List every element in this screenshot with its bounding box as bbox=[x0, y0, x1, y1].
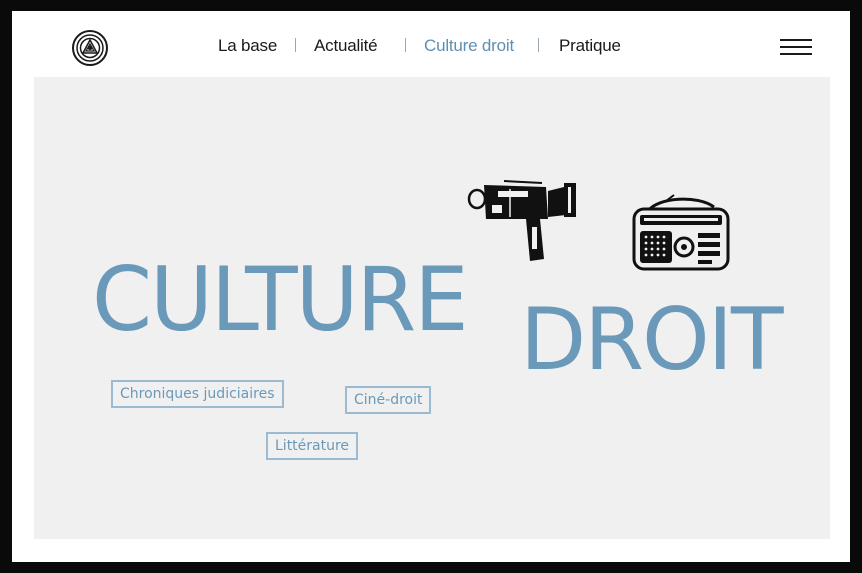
nav-separator bbox=[405, 38, 406, 52]
main-navigation: La base Actualité Culture droit Pratique bbox=[12, 36, 850, 60]
nav-item-actualite[interactable]: Actualité bbox=[314, 36, 378, 56]
nav-item-culture-droit[interactable]: Culture droit bbox=[424, 36, 514, 56]
site-header: La base Actualité Culture droit Pratique bbox=[12, 11, 850, 77]
radio-icon bbox=[632, 194, 730, 271]
tag-chroniques-judiciaires[interactable]: Chroniques judiciaires bbox=[111, 380, 284, 408]
hero-title-droit: DROIT bbox=[520, 290, 784, 390]
tag-cine-droit[interactable]: Ciné-droit bbox=[345, 386, 432, 414]
tag-litterature[interactable]: Littérature bbox=[266, 432, 359, 460]
nav-separator bbox=[538, 38, 539, 52]
nav-separator bbox=[295, 38, 296, 52]
hero-title-culture: CULTURE bbox=[92, 248, 469, 352]
nav-item-pratique[interactable]: Pratique bbox=[559, 36, 621, 56]
hamburger-menu-icon[interactable] bbox=[780, 39, 812, 57]
movie-camera-icon bbox=[467, 180, 576, 261]
page: La base Actualité Culture droit Pratique bbox=[12, 11, 850, 562]
nav-item-la-base[interactable]: La base bbox=[218, 36, 277, 56]
hero-section: CULTURE DROIT Chroniques judiciaires Cin… bbox=[34, 77, 830, 539]
